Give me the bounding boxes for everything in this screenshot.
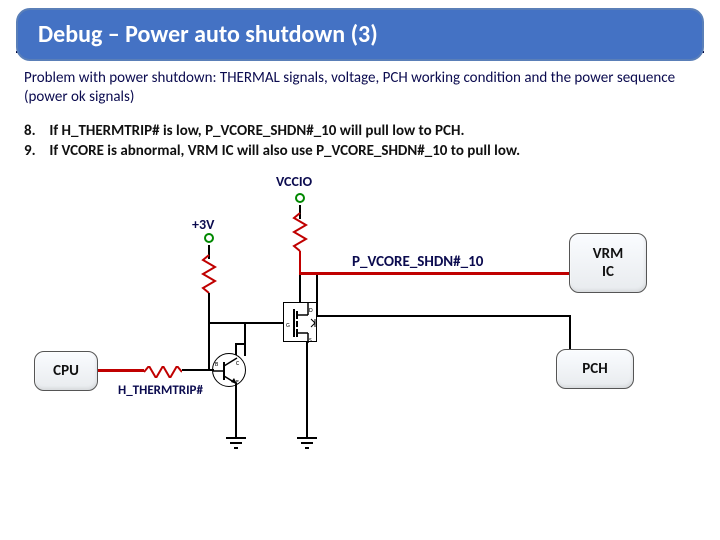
pch-block: PCH <box>556 349 634 389</box>
wire <box>208 293 210 369</box>
wire <box>244 322 284 324</box>
wire <box>299 272 301 302</box>
slide-title-banner: Debug – Power auto shutdown (3) <box>16 8 704 61</box>
mosfet-icon: D G S <box>283 302 317 342</box>
bjt-icon: B C E <box>212 353 246 387</box>
ground-icon <box>297 438 317 452</box>
resistor-icon <box>203 255 215 293</box>
wire <box>235 384 237 438</box>
svg-text:B: B <box>215 360 218 368</box>
vccio-label: VCCIO <box>276 173 312 190</box>
thermtrip-wire <box>98 369 144 372</box>
resistor-icon <box>144 364 182 383</box>
step-number: 8. <box>24 121 46 141</box>
step-text: If VCORE is abnormal, VRM IC will also u… <box>49 142 520 160</box>
wire <box>299 251 301 273</box>
schematic-diagram: VCCIO +3V P_VCORE_SHDN#_10 VRM IC D <box>16 173 704 473</box>
wire <box>316 315 570 317</box>
step-list: 8. If H_THERMTRIP# is low, P_VCORE_SHDN#… <box>24 121 696 162</box>
resistor-icon <box>294 213 306 251</box>
ground-icon <box>226 438 246 452</box>
svg-text:S: S <box>309 336 312 343</box>
p3v-label: +3V <box>192 216 214 233</box>
step-number: 9. <box>24 141 46 161</box>
p3v-node-icon <box>204 233 214 243</box>
wire <box>208 322 246 324</box>
slide-title: Debug – Power auto shutdown (3) <box>38 20 378 49</box>
signal-label: P_VCORE_SHDN#_10 <box>352 253 483 271</box>
vccio-node-icon <box>295 193 305 203</box>
thermtrip-label: H_THERMTRIP# <box>118 383 203 398</box>
wire <box>182 369 214 371</box>
wire <box>316 274 318 316</box>
svg-text:D: D <box>309 306 313 314</box>
svg-text:C: C <box>236 359 240 367</box>
vrm-block: VRM IC <box>569 233 647 293</box>
wire <box>244 322 246 344</box>
wire <box>306 342 308 438</box>
svg-text:G: G <box>286 321 290 329</box>
cpu-block: CPU <box>34 351 98 391</box>
problem-statement: Problem with power shutdown: THERMAL sig… <box>24 69 696 107</box>
step-row: 9. If VCORE is abnormal, VRM IC will als… <box>24 141 696 161</box>
step-row: 8. If H_THERMTRIP# is low, P_VCORE_SHDN#… <box>24 121 696 141</box>
step-text: If H_THERMTRIP# is low, P_VCORE_SHDN#_10… <box>49 122 464 140</box>
signal-wire <box>299 272 569 275</box>
